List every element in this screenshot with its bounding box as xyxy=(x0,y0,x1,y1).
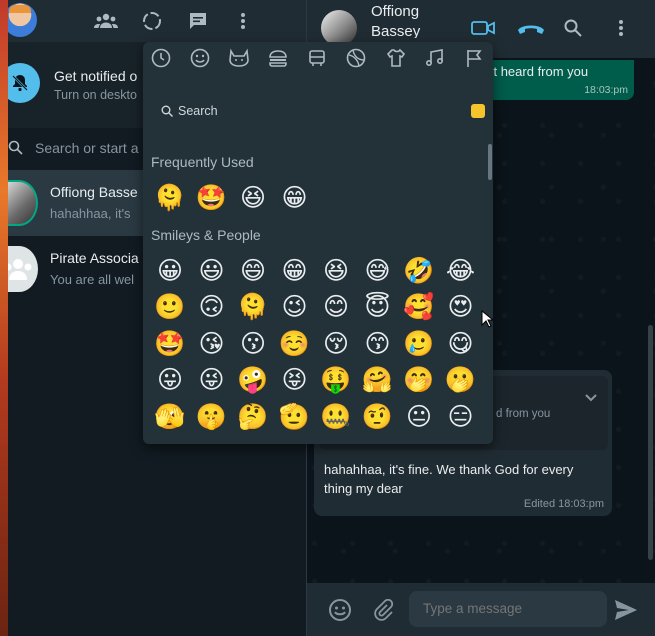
desktop-wallpaper-edge xyxy=(0,0,8,636)
profile-avatar[interactable] xyxy=(3,3,37,37)
emoji-icon[interactable] xyxy=(327,597,353,623)
emoji-button[interactable]: 😋 xyxy=(444,326,478,360)
chat-name: Pirate Associa xyxy=(50,250,139,266)
search-icon xyxy=(8,140,23,160)
emoji-button[interactable]: 🤪 xyxy=(236,363,270,397)
emoji-button[interactable]: 😁 xyxy=(278,180,312,214)
emoji-button[interactable]: 😘 xyxy=(195,326,229,360)
message-input[interactable] xyxy=(409,591,607,627)
emoji-button[interactable]: 🫡 xyxy=(278,399,312,433)
food-icon[interactable] xyxy=(265,46,291,70)
emoji-category-bar xyxy=(143,42,493,76)
chat-name: Offiong Basse xyxy=(50,184,138,200)
emoji-button[interactable]: 😃 xyxy=(195,253,229,287)
emoji-button[interactable]: 🫣 xyxy=(153,399,187,433)
emoji-button[interactable]: 🤨 xyxy=(361,399,395,433)
emoji-search[interactable]: Search xyxy=(143,92,493,128)
search-icon xyxy=(161,104,173,122)
send-icon[interactable] xyxy=(613,597,639,623)
emoji-button[interactable]: 😄 xyxy=(236,253,270,287)
symbols-icon[interactable] xyxy=(422,46,448,70)
search-icon[interactable] xyxy=(561,16,585,40)
chat-preview: You are all wel xyxy=(50,272,135,287)
contact-avatar[interactable] xyxy=(321,10,357,46)
flags-icon[interactable] xyxy=(461,46,487,70)
quoted-text: d from you xyxy=(496,408,551,420)
emoji-button[interactable]: 😗 xyxy=(236,326,270,360)
emoji-button[interactable]: 😙 xyxy=(361,326,395,360)
section-title: Frequently Used xyxy=(151,154,254,170)
emoji-button[interactable]: 🙃 xyxy=(195,290,229,324)
emoji-button[interactable]: 😂 xyxy=(444,253,478,287)
emoji-button[interactable]: 🤣 xyxy=(402,253,436,287)
emoji-button[interactable]: 😉 xyxy=(278,290,312,324)
emoji-button[interactable]: 😀 xyxy=(153,253,187,287)
travel-icon[interactable] xyxy=(304,46,330,70)
outgoing-message[interactable]: 't heard from you 18:03:pm xyxy=(483,60,634,100)
communities-icon[interactable] xyxy=(94,9,118,33)
emoji-button[interactable]: 🤑 xyxy=(319,363,353,397)
emoji-button[interactable]: 😐 xyxy=(402,399,436,433)
emoji-button[interactable]: 😅 xyxy=(361,253,395,287)
objects-icon[interactable] xyxy=(383,46,409,70)
message-text: 't heard from you xyxy=(491,64,589,79)
emoji-button[interactable]: 🙂 xyxy=(153,290,187,324)
emoji-button[interactable]: 😝 xyxy=(278,363,312,397)
video-call-icon[interactable] xyxy=(471,16,495,40)
message-time: Edited 18:03:pm xyxy=(523,498,604,510)
status-icon[interactable] xyxy=(140,9,164,33)
mouse-cursor-icon xyxy=(481,310,493,328)
notification-subtitle[interactable]: Turn on deskto xyxy=(54,88,137,102)
search-input[interactable]: Search or start a xyxy=(35,140,139,156)
end-call-icon[interactable] xyxy=(515,16,547,40)
emoji-button[interactable]: 🥲 xyxy=(402,326,436,360)
emoji-button[interactable]: 😍 xyxy=(444,290,478,324)
emoji-button[interactable]: 😜 xyxy=(195,363,229,397)
new-chat-icon[interactable] xyxy=(186,9,210,33)
emoji-button[interactable]: 😆 xyxy=(319,253,353,287)
emoji-button[interactable]: 😚 xyxy=(319,326,353,360)
emoji-search-input[interactable]: Search xyxy=(178,104,218,118)
menu-icon[interactable] xyxy=(231,9,255,33)
message-text: hahahhaa, it's fine. We thank God for ev… xyxy=(324,462,574,496)
emoji-button[interactable]: 🥰 xyxy=(402,290,436,324)
sidebar-header xyxy=(0,0,306,42)
emoji-button[interactable]: 🤔 xyxy=(236,399,270,433)
emoji-button[interactable]: 😛 xyxy=(153,363,187,397)
emoji-button[interactable]: 😑 xyxy=(444,399,478,433)
smiley-icon[interactable] xyxy=(187,46,213,70)
emoji-button[interactable]: 😁 xyxy=(278,253,312,287)
section-title: Smileys & People xyxy=(151,227,261,243)
message-time: 18:03:pm xyxy=(584,84,628,96)
emoji-button[interactable]: 🤐 xyxy=(319,399,353,433)
emoji-button[interactable]: 😆 xyxy=(236,180,270,214)
contact-name[interactable]: Offiong Bassey xyxy=(371,2,441,38)
emoji-button[interactable]: 🤩 xyxy=(195,180,229,214)
composer xyxy=(307,583,655,636)
chat-scrollbar[interactable] xyxy=(648,325,653,560)
emoji-button[interactable]: 🤫 xyxy=(195,399,229,433)
attach-icon[interactable] xyxy=(370,597,396,623)
emoji-button[interactable]: 🫢 xyxy=(444,363,478,397)
emoji-button[interactable]: 🤭 xyxy=(402,363,436,397)
emoji-button[interactable]: ☺️ xyxy=(278,326,312,360)
emoji-button[interactable]: 😇 xyxy=(361,290,395,324)
chat-preview: hahahhaa, it's xyxy=(50,206,131,221)
whatsapp-window: Get notified o Turn on deskto Search or … xyxy=(0,0,655,636)
emoji-button[interactable]: 🫠 xyxy=(236,290,270,324)
chevron-down-icon[interactable] xyxy=(584,390,598,408)
more-options-icon[interactable] xyxy=(609,16,633,40)
skin-tone-selector[interactable] xyxy=(471,104,485,118)
notification-title: Get notified o xyxy=(54,68,138,84)
emoji-picker: Search Frequently Used 🫠 🤩 😆 😁 Smileys & Pe… xyxy=(143,42,493,444)
recent-icon[interactable] xyxy=(148,46,174,70)
animal-icon[interactable] xyxy=(226,46,252,70)
emoji-scrollbar[interactable] xyxy=(488,144,492,180)
emoji-button[interactable]: 🤩 xyxy=(153,326,187,360)
emoji-button[interactable]: 😊 xyxy=(319,290,353,324)
activity-icon[interactable] xyxy=(343,46,369,70)
emoji-button[interactable]: 🤗 xyxy=(361,363,395,397)
emoji-button[interactable]: 🫠 xyxy=(153,180,187,214)
